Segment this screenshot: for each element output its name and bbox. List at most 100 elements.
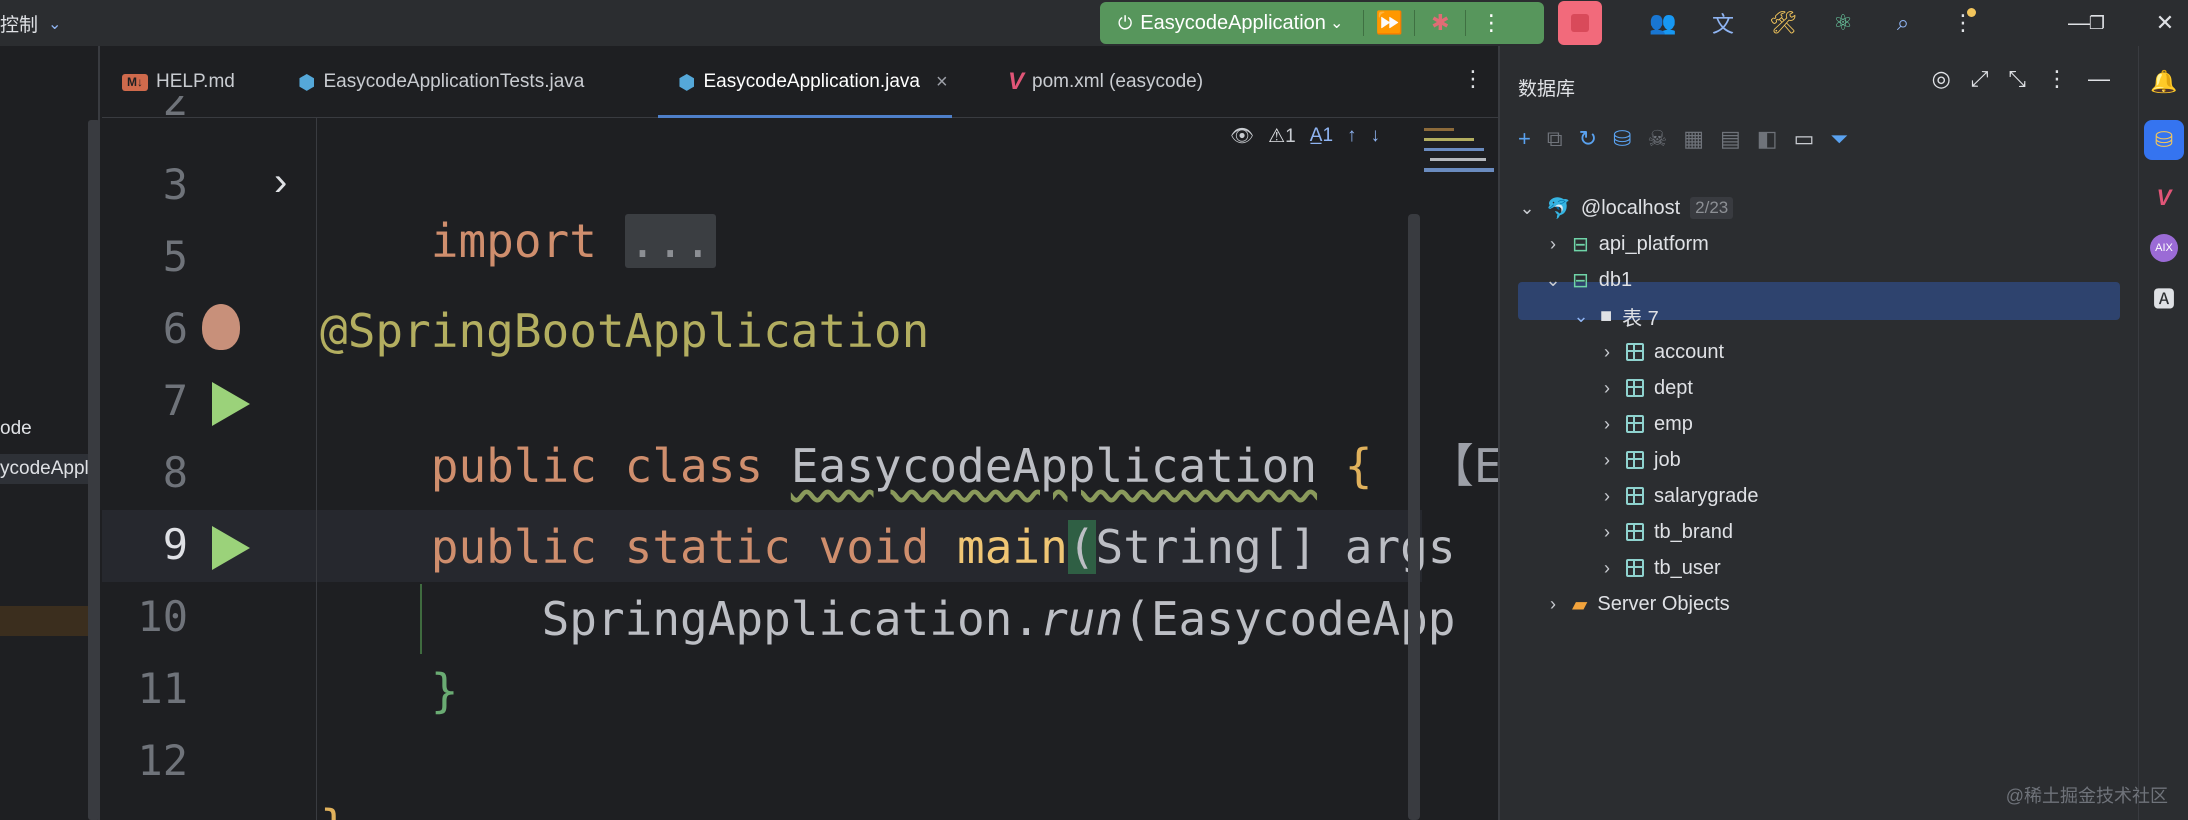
line-number: 3 <box>162 160 188 209</box>
project-item[interactable]: ode <box>0 418 32 440</box>
copy-icon[interactable]: ⧉ <box>1547 126 1563 152</box>
editor-scrollbar[interactable] <box>1408 214 1420 820</box>
tree-item-tables-folder[interactable]: ⌄ ■ 表 7 <box>1572 298 1658 334</box>
chevron-right-icon[interactable]: › <box>1598 378 1616 399</box>
console-icon[interactable]: ▭ <box>1794 126 1815 152</box>
resume-icon[interactable]: ⏩ <box>1370 4 1408 42</box>
atom-icon[interactable]: ⚛ <box>1824 4 1862 42</box>
code-line: @SpringBootApplication <box>320 304 930 358</box>
maven-icon[interactable]: V <box>2144 178 2184 218</box>
run-configuration-widget[interactable]: ⏻ EasycodeApplication ⌄ ⏩ ✱ ⋮ <box>1100 2 1544 44</box>
database-panel: 数据库 ◎ ⤢ ⤡ ⋮ — + ⧉ ↻ ⛁ ☠ ▦ ▤ ◧ ▭ ⏷ ⌄ 🐬 @l… <box>1498 46 2138 820</box>
tree-item-table[interactable]: › account <box>1598 334 1724 370</box>
tab-label: EasycodeApplication.java <box>703 71 920 92</box>
table-icon[interactable]: ▦ <box>1683 126 1704 152</box>
line-number: 7 <box>162 376 188 425</box>
edit-source-icon[interactable]: ▤ <box>1720 126 1741 152</box>
warning-count[interactable]: ⚠1 <box>1268 125 1296 148</box>
code-line: public static void main(String[] args <box>430 520 1456 574</box>
tab-pom-xml[interactable]: V pom.xml (easycode) <box>1008 46 1203 118</box>
spring-bean-icon[interactable] <box>202 304 240 350</box>
chevron-right-icon[interactable]: › <box>1544 234 1562 255</box>
restore-icon[interactable]: ❐ <box>2078 4 2116 42</box>
stop-button[interactable] <box>1558 1 1602 45</box>
close-icon[interactable]: ✕ <box>2146 4 2184 42</box>
folded-imports[interactable]: ... <box>624 214 716 268</box>
stop-icon[interactable]: ☠ <box>1647 126 1667 152</box>
project-item[interactable]: ycodeAppli <box>0 454 100 484</box>
more-vertical-icon[interactable]: ⋮ <box>1472 4 1510 42</box>
run-icon[interactable] <box>212 526 250 570</box>
inspection-widget[interactable]: 👁 ⚠1 A̲1 ↑ ↓ <box>1230 124 1380 148</box>
chevron-down-icon[interactable]: ⌄ <box>1518 198 1536 219</box>
vcs-widget[interactable]: 控制 ⌄ <box>0 10 61 37</box>
title-bar: 控制 ⌄ ⏻ EasycodeApplication ⌄ ⏩ ✱ ⋮ 👥 文 🛠… <box>0 0 2188 46</box>
refresh-icon[interactable]: ↻ <box>1579 126 1597 152</box>
line-number: 12 <box>137 736 188 785</box>
run-config-name[interactable]: EasycodeApplication <box>1140 12 1326 35</box>
run-icon[interactable] <box>212 382 250 426</box>
vcs-label: 控制 <box>0 15 39 36</box>
tree-item-server-objects[interactable]: › ▰ Server Objects <box>1544 586 1730 622</box>
table-icon <box>1626 415 1644 433</box>
tree-item-schema[interactable]: › ⊟ api_platform <box>1544 226 1709 262</box>
chevron-right-icon[interactable]: › <box>1598 522 1616 543</box>
diff-icon[interactable]: ◧ <box>1757 126 1778 152</box>
database-icon[interactable]: ⛁ <box>2144 120 2184 160</box>
chevron-right-icon[interactable]: › <box>1598 558 1616 579</box>
line-number: 11 <box>137 664 188 713</box>
chevron-right-icon[interactable]: › <box>274 160 287 205</box>
watermark: @稀土掘金技术社区 <box>2005 786 2168 806</box>
table-icon <box>1626 487 1644 505</box>
tree-item-schema[interactable]: ⌄ ⊟ db1 <box>1544 262 1632 298</box>
chevron-down-icon[interactable]: ⌄ <box>1544 270 1562 291</box>
notifications-icon[interactable]: 🔔 <box>2144 62 2184 102</box>
build-tools-icon[interactable]: 🛠 <box>1764 4 1802 42</box>
tab-tests-java[interactable]: ⬢ EasycodeApplicationTests.java <box>298 46 584 118</box>
code-line: import ... <box>320 160 716 322</box>
add-icon[interactable]: + <box>1518 126 1531 152</box>
bookmark-a-icon[interactable]: 🅰 <box>2144 278 2184 318</box>
chevron-right-icon[interactable]: › <box>1598 486 1616 507</box>
chevron-right-icon[interactable]: › <box>1598 414 1616 435</box>
tab-application-java[interactable]: ⬢ EasycodeApplication.java × <box>658 46 952 118</box>
eye-off-icon[interactable]: 👁 <box>1230 124 1254 148</box>
hide-panel-icon[interactable]: — <box>2088 66 2110 92</box>
people-icon[interactable]: 👥 <box>1644 4 1682 42</box>
chevron-right-icon[interactable]: › <box>1544 594 1562 615</box>
folder-icon: ■ <box>1600 304 1613 327</box>
tree-item-table[interactable]: › salarygrade <box>1598 478 1759 514</box>
expand-icon[interactable]: ⤢ <box>1971 66 1989 92</box>
arrow-up-icon[interactable]: ↑ <box>1347 125 1357 147</box>
chevron-right-icon[interactable]: › <box>1598 342 1616 363</box>
code-minimap[interactable] <box>1420 120 1496 190</box>
debug-bug-icon[interactable]: ✱ <box>1421 4 1459 42</box>
filter-icon[interactable]: ⏷ <box>1830 126 1848 152</box>
tree-item-table[interactable]: › emp <box>1598 406 1693 442</box>
search-icon[interactable]: ⌕ <box>1884 4 1922 42</box>
chevron-right-icon[interactable]: › <box>1598 450 1616 471</box>
collapse-icon[interactable]: ⤡ <box>2008 66 2026 92</box>
code-line: } <box>320 800 348 820</box>
table-icon <box>1626 451 1644 469</box>
tree-item-table[interactable]: › tb_user <box>1598 550 1721 586</box>
more-vertical-icon[interactable]: ⋮ <box>1462 66 1484 92</box>
ai-assistant-icon[interactable]: AIX <box>2144 228 2184 268</box>
tree-item-table[interactable]: › dept <box>1598 370 1693 406</box>
tree-item-table[interactable]: › job <box>1598 442 1681 478</box>
translate-icon[interactable]: 文 <box>1704 4 1742 42</box>
tree-item-localhost[interactable]: ⌄ 🐬 @localhost 2/23 <box>1518 190 1734 226</box>
typo-count[interactable]: A̲1 <box>1310 125 1333 147</box>
schema-icon[interactable]: ⛁ <box>1613 126 1631 152</box>
more-vertical-icon[interactable]: ⋮ <box>2046 66 2068 92</box>
chevron-down-icon[interactable]: ⌄ <box>1572 306 1590 327</box>
tree-item-table[interactable]: › tb_brand <box>1598 514 1733 550</box>
java-test-icon: ⬢ <box>298 71 316 94</box>
close-icon[interactable]: × <box>936 71 948 94</box>
line-number: 10 <box>137 592 188 641</box>
markdown-icon: M↓ <box>122 73 148 91</box>
target-icon[interactable]: ◎ <box>1932 66 1951 92</box>
more-vertical-icon[interactable]: ⋮ <box>1944 4 1982 42</box>
arrow-down-icon[interactable]: ↓ <box>1371 125 1381 147</box>
java-class-icon: ⬢ <box>678 71 696 94</box>
